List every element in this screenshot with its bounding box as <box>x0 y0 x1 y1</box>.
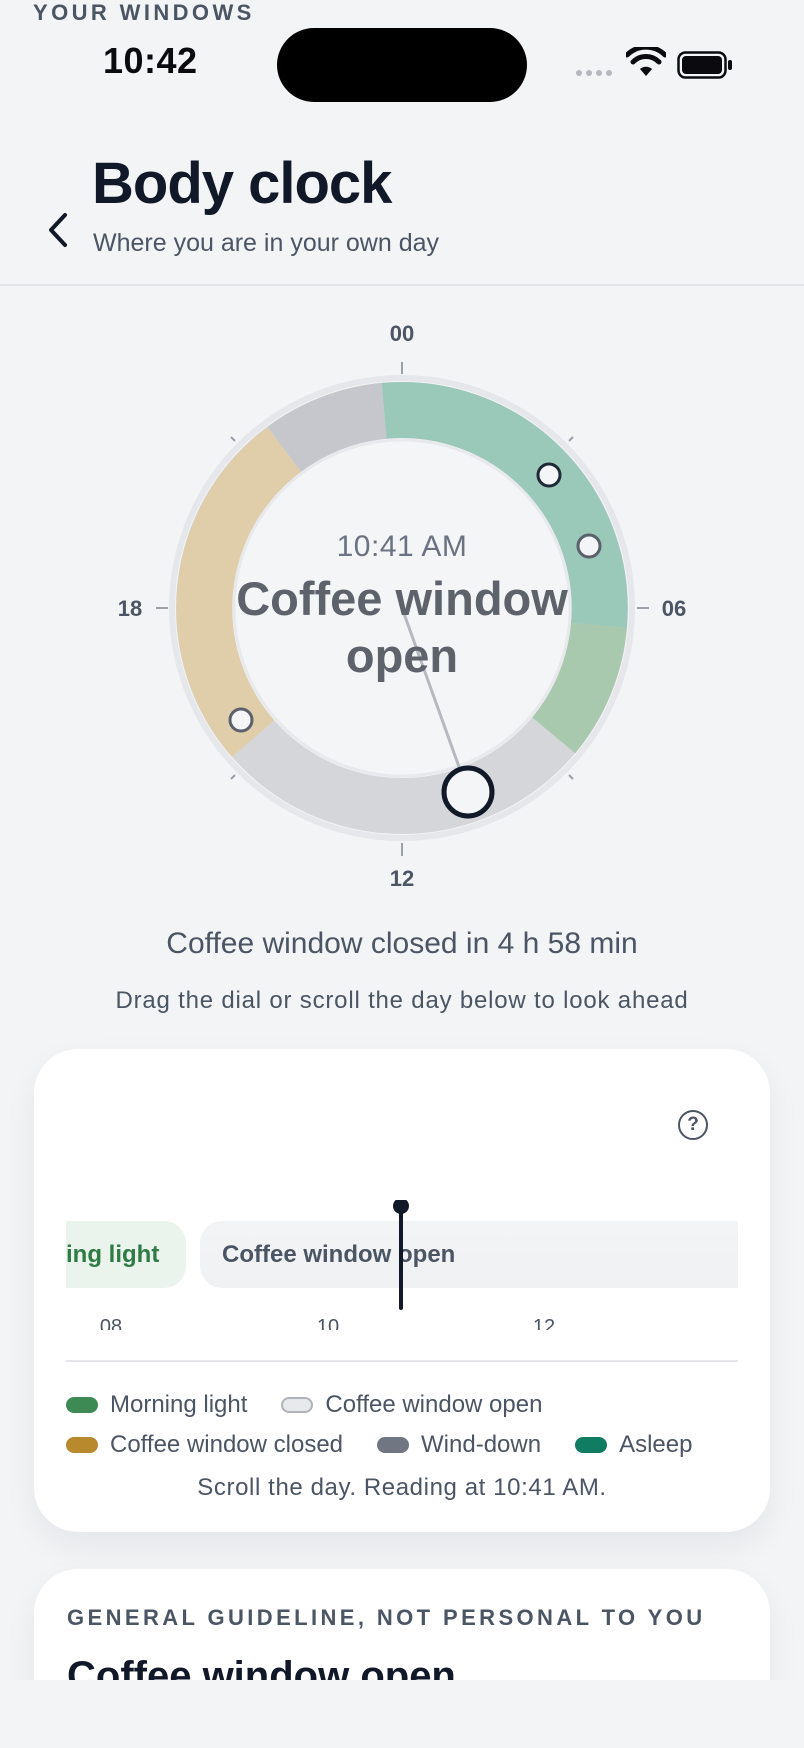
dial-label-06: 06 <box>662 596 686 621</box>
legend-item-morning-light: Morning light <box>66 1391 247 1419</box>
status-time: 10:42 <box>103 40 198 81</box>
legend-label: Asleep <box>619 1431 693 1458</box>
dial-current-time: 10:41 AM <box>336 530 468 563</box>
dial-label-12: 12 <box>390 866 414 891</box>
question-circle-icon[interactable]: ? <box>678 1110 708 1140</box>
legend: Morning light Coffee window open Coffee … <box>66 1385 746 1465</box>
cellular-signal-icon <box>576 70 612 76</box>
dynamic-island <box>277 28 527 102</box>
timeline-segment-coffee-open: Coffee window open <box>200 1221 738 1288</box>
timeline-divider <box>66 1360 738 1362</box>
dial-drag-handle[interactable] <box>441 765 495 819</box>
hint-text: Drag the dial or scroll the day below to… <box>115 987 689 1014</box>
legend-item-wind-down: Wind-down <box>377 1431 541 1459</box>
legend-swatch <box>66 1397 98 1413</box>
legend-swatch <box>66 1437 98 1453</box>
legend-label: Coffee window open <box>325 1391 543 1418</box>
timeline-segment-morning-light: ing light <box>66 1221 186 1288</box>
legend-item-asleep: Asleep <box>575 1431 692 1459</box>
windows-heading: YOUR WINDOWS <box>33 0 255 25</box>
timeline-cursor[interactable] <box>399 1200 403 1310</box>
legend-item-coffee-open: Coffee window open <box>281 1391 542 1419</box>
dial-label-18: 18 <box>118 596 142 621</box>
legend-label: Morning light <box>110 1391 248 1418</box>
legend-label: Wind-down <box>421 1431 542 1458</box>
chevron-left-icon <box>49 213 67 247</box>
timeline-tick: 12 <box>532 1316 556 1330</box>
timeline-cursor-knob[interactable] <box>393 1200 409 1214</box>
legend-swatch <box>377 1437 410 1453</box>
legend-swatch <box>281 1397 314 1413</box>
legend-label: Coffee window closed <box>110 1431 344 1458</box>
bottom-safe-area <box>0 1680 804 1748</box>
legend-swatch <box>575 1437 608 1453</box>
header-divider <box>0 284 804 286</box>
dial-label-00: 00 <box>390 321 414 346</box>
body-clock-screen: 10:42 Body clock Where you are in your o… <box>0 0 804 1748</box>
body-clock-dial[interactable]: 00 06 12 18 10:41 AM Coffee window open <box>0 290 804 910</box>
dial-marker <box>228 707 254 733</box>
day-timeline[interactable]: ing light Coffee window open 08 10 12 <box>66 1200 738 1330</box>
back-button[interactable] <box>36 205 80 255</box>
reading-text: Scroll the day. Reading at 10:41 AM. <box>197 1474 607 1501</box>
timeline-tick: 10 <box>316 1316 340 1330</box>
dial-state-label: Coffee window open <box>236 572 568 682</box>
dial-marker <box>536 462 562 488</box>
guideline-heading: GENERAL GUIDELINE, NOT PERSONAL TO YOU <box>67 1605 706 1630</box>
page-subtitle: Where you are in your own day <box>93 229 440 257</box>
countdown-text: Coffee window closed in 4 h 58 min <box>166 927 638 960</box>
wifi-icon <box>626 47 666 76</box>
timeline-tick: 08 <box>99 1316 123 1330</box>
battery-icon <box>677 51 732 79</box>
legend-item-coffee-closed: Coffee window closed <box>66 1431 343 1459</box>
page-title: Body clock <box>92 151 392 216</box>
